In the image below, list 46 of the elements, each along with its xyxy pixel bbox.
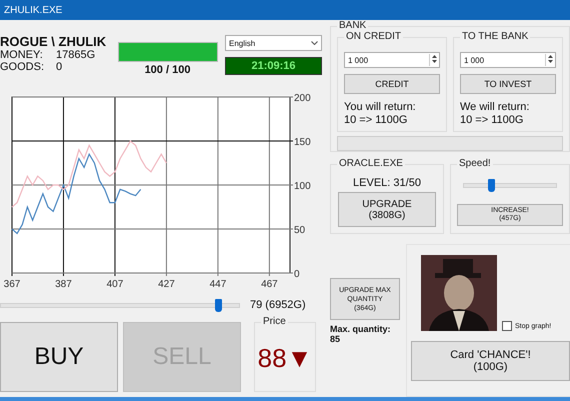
window-title: ZHULIK.EXE: [0, 0, 570, 20]
spinner-icon[interactable]: [545, 54, 555, 66]
y-axis-label: 50: [294, 225, 306, 236]
amount-field[interactable]: 1 000: [344, 52, 440, 68]
y-axis-label: 0: [294, 269, 300, 280]
language-dropdown[interactable]: English: [225, 35, 322, 51]
x-axis-label: 407: [106, 279, 124, 290]
speed-slider[interactable]: [463, 179, 557, 192]
oracle-title: ORACLE.EXE: [337, 158, 405, 169]
x-axis-label: 427: [158, 279, 175, 290]
section-title: TO THE BANK: [460, 31, 530, 42]
spinner-icon[interactable]: [429, 54, 439, 66]
oracle-level: LEVEL: 31/50: [353, 177, 421, 189]
section-title: ON CREDIT: [344, 31, 403, 42]
quantity-slider[interactable]: [0, 298, 240, 312]
health-reading: 100 / 100: [144, 64, 190, 76]
x-axis-label: 367: [4, 279, 20, 290]
chevron-down-icon: [311, 41, 318, 45]
quantity-reading: 79 (6952G): [250, 299, 306, 311]
price-label: Price: [261, 316, 288, 327]
chance-card-button[interactable]: Card 'CHANCE'! (100G): [411, 341, 570, 381]
money-label: MONEY:: [0, 49, 44, 61]
x-axis-label: 387: [55, 279, 72, 290]
credit-button[interactable]: CREDIT: [344, 74, 440, 94]
price-value: 88▼: [258, 342, 312, 374]
slider-thumb[interactable]: [488, 179, 496, 192]
bank-title: BANK: [337, 20, 368, 31]
slider-thumb[interactable]: [215, 298, 222, 312]
max-quantity-label: Max. quantity: 85: [330, 324, 392, 344]
player-name: ROGUE \ ZHULIK: [0, 34, 108, 49]
x-axis-label: 447: [210, 279, 226, 290]
x-axis-label: 467: [261, 279, 278, 290]
money-value: 17865G: [56, 49, 96, 61]
amount-field[interactable]: 1 000: [460, 52, 556, 68]
y-axis-label: 150: [294, 137, 311, 148]
goods-value: 0: [56, 61, 64, 73]
y-axis-label: 200: [294, 93, 311, 104]
invest-button[interactable]: TO INVEST: [460, 74, 556, 94]
clock-display: 21:09:16: [225, 57, 322, 75]
goods-label: GOODS:: [0, 61, 44, 73]
return-note: You will return: 10 => 1100G: [344, 101, 417, 127]
buy-button[interactable]: BUY: [0, 322, 118, 392]
return-note: We will return: 10 => 1100G: [460, 101, 530, 127]
y-axis-label: 100: [294, 181, 311, 192]
speed-label: Speed!: [457, 158, 493, 169]
upgrade-button[interactable]: UPGRADE (3808G): [338, 192, 436, 227]
